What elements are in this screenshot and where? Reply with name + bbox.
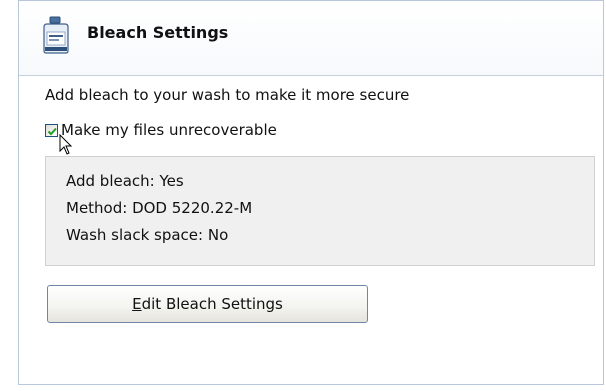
mouse-cursor-icon: [59, 133, 73, 158]
checkmark-icon: [47, 127, 57, 135]
summary-add-bleach: Add bleach: Yes: [66, 172, 184, 190]
panel-header: Bleach Settings: [19, 1, 603, 76]
unrecoverable-option[interactable]: Make my files unrecoverable: [45, 120, 277, 140]
bleach-settings-panel: Bleach Settings Add bleach to your wash …: [18, 0, 604, 385]
description-text: Add bleach to your wash to make it more …: [45, 86, 410, 104]
panel-content: Add bleach to your wash to make it more …: [19, 76, 603, 386]
edit-button-mnemonic: E: [132, 295, 142, 313]
unrecoverable-checkbox-label: Make my files unrecoverable: [61, 121, 277, 139]
edit-bleach-settings-button[interactable]: Edit Bleach Settings: [47, 285, 368, 323]
panel-title: Bleach Settings: [87, 23, 229, 42]
unrecoverable-checkbox[interactable]: [45, 123, 58, 137]
summary-method: Method: DOD 5220.22-M: [66, 199, 253, 217]
bleach-summary-box: Add bleach: Yes Method: DOD 5220.22-M Wa…: [45, 156, 595, 266]
edit-button-label: dit Bleach Settings: [141, 295, 283, 313]
summary-wash-slack: Wash slack space: No: [66, 226, 229, 244]
bleach-bottle-icon: [43, 16, 69, 54]
